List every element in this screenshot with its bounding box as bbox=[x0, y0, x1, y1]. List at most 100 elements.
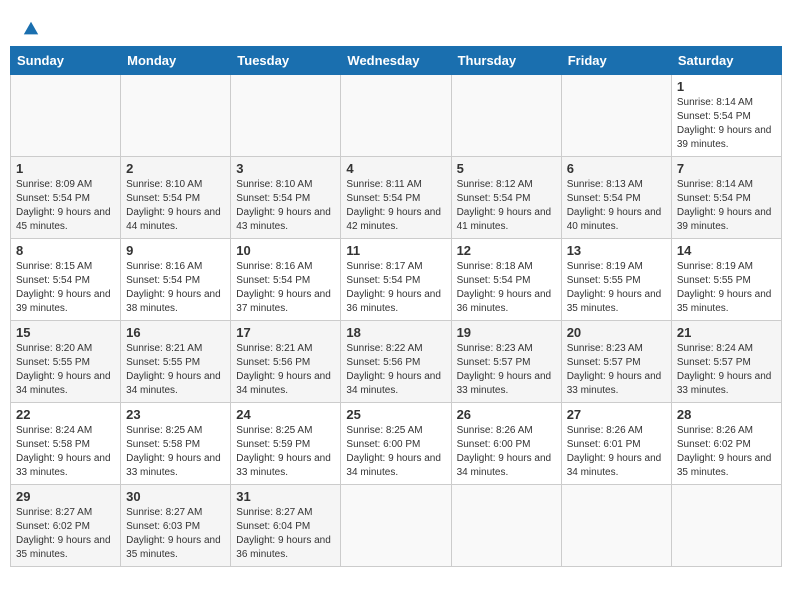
day-info: Sunrise: 8:15 AMSunset: 5:54 PMDaylight:… bbox=[16, 260, 115, 316]
day-number: 1 bbox=[16, 161, 115, 176]
day-info: Sunrise: 8:09 AMSunset: 5:54 PMDaylight:… bbox=[16, 178, 115, 234]
calendar-cell bbox=[451, 485, 561, 567]
calendar-week-row: 29Sunrise: 8:27 AMSunset: 6:02 PMDayligh… bbox=[11, 485, 782, 567]
calendar-cell: 29Sunrise: 8:27 AMSunset: 6:02 PMDayligh… bbox=[11, 485, 121, 567]
day-info: Sunrise: 8:26 AMSunset: 6:01 PMDaylight:… bbox=[567, 424, 666, 480]
day-info: Sunrise: 8:16 AMSunset: 5:54 PMDaylight:… bbox=[236, 260, 335, 316]
weekday-header-tuesday: Tuesday bbox=[231, 47, 341, 75]
day-number: 3 bbox=[236, 161, 335, 176]
calendar-cell: 3 Sunrise: 8:10 AMSunset: 5:54 PMDaylight… bbox=[231, 157, 341, 239]
calendar-cell: 17Sunrise: 8:21 AMSunset: 5:56 PMDayligh… bbox=[231, 321, 341, 403]
day-info: Sunrise: 8:20 AMSunset: 5:55 PMDaylight:… bbox=[16, 342, 115, 398]
day-info: Sunrise: 8:23 AMSunset: 5:57 PMDaylight:… bbox=[567, 342, 666, 398]
day-number: 14 bbox=[677, 243, 776, 258]
day-info: Sunrise: 8:25 AMSunset: 5:58 PMDaylight:… bbox=[126, 424, 225, 480]
day-number: 30 bbox=[126, 489, 225, 504]
day-number: 2 bbox=[126, 161, 225, 176]
weekday-header-friday: Friday bbox=[561, 47, 671, 75]
calendar-cell: 24Sunrise: 8:25 AMSunset: 5:59 PMDayligh… bbox=[231, 403, 341, 485]
calendar-cell: 6 Sunrise: 8:13 AMSunset: 5:54 PMDaylight… bbox=[561, 157, 671, 239]
calendar-cell: 25Sunrise: 8:25 AMSunset: 6:00 PMDayligh… bbox=[341, 403, 451, 485]
day-info: Sunrise: 8:13 AMSunset: 5:54 PMDaylight:… bbox=[567, 178, 666, 234]
weekday-header-saturday: Saturday bbox=[671, 47, 781, 75]
calendar-cell: 1 Sunrise: 8:09 AMSunset: 5:54 PMDaylight… bbox=[11, 157, 121, 239]
weekday-header-monday: Monday bbox=[121, 47, 231, 75]
day-info: Sunrise: 8:10 AMSunset: 5:54 PMDaylight:… bbox=[236, 178, 335, 234]
calendar-cell: 19Sunrise: 8:23 AMSunset: 5:57 PMDayligh… bbox=[451, 321, 561, 403]
calendar-cell: 9Sunrise: 8:16 AMSunset: 5:54 PMDaylight… bbox=[121, 239, 231, 321]
calendar-cell: 20 Sunrise: 8:23 AMSunset: 5:57 PMDayligh… bbox=[561, 321, 671, 403]
calendar-week-row: 15 Sunrise: 8:20 AMSunset: 5:55 PMDayligh… bbox=[11, 321, 782, 403]
day-info: Sunrise: 8:22 AMSunset: 5:56 PMDaylight:… bbox=[346, 342, 445, 398]
day-info: Sunrise: 8:26 AMSunset: 6:02 PMDaylight:… bbox=[677, 424, 776, 480]
day-info: Sunrise: 8:21 AMSunset: 5:55 PMDaylight:… bbox=[126, 342, 225, 398]
calendar-cell: 11Sunrise: 8:17 AMSunset: 5:54 PMDayligh… bbox=[341, 239, 451, 321]
day-info: Sunrise: 8:10 AMSunset: 5:54 PMDaylight:… bbox=[126, 178, 225, 234]
calendar-cell bbox=[11, 75, 121, 157]
day-info: Sunrise: 8:14 AMSunset: 5:54 PMDaylight:… bbox=[677, 178, 776, 234]
calendar-week-row: 1Sunrise: 8:14 AMSunset: 5:54 PMDaylight… bbox=[11, 75, 782, 157]
calendar-cell: 30Sunrise: 8:27 AMSunset: 6:03 PMDayligh… bbox=[121, 485, 231, 567]
day-info: Sunrise: 8:25 AMSunset: 6:00 PMDaylight:… bbox=[346, 424, 445, 480]
day-number: 12 bbox=[457, 243, 556, 258]
page-header bbox=[10, 10, 782, 40]
calendar-cell bbox=[561, 75, 671, 157]
calendar-cell bbox=[341, 485, 451, 567]
logo bbox=[20, 20, 40, 34]
day-info: Sunrise: 8:19 AMSunset: 5:55 PMDaylight:… bbox=[677, 260, 776, 316]
calendar-cell: 31 Sunrise: 8:27 AMSunset: 6:04 PMDayligh… bbox=[231, 485, 341, 567]
calendar-table: SundayMondayTuesdayWednesdayThursdayFrid… bbox=[10, 46, 782, 567]
calendar-week-row: 22 Sunrise: 8:24 AMSunset: 5:58 PMDayligh… bbox=[11, 403, 782, 485]
calendar-cell: 16Sunrise: 8:21 AMSunset: 5:55 PMDayligh… bbox=[121, 321, 231, 403]
day-info: Sunrise: 8:27 AMSunset: 6:04 PMDaylight:… bbox=[236, 506, 335, 562]
day-info: Sunrise: 8:17 AMSunset: 5:54 PMDaylight:… bbox=[346, 260, 445, 316]
calendar-week-row: 8 Sunrise: 8:15 AMSunset: 5:54 PMDaylight… bbox=[11, 239, 782, 321]
day-number: 10 bbox=[236, 243, 335, 258]
day-number: 21 bbox=[677, 325, 776, 340]
calendar-cell bbox=[561, 485, 671, 567]
day-number: 6 bbox=[567, 161, 666, 176]
day-info: Sunrise: 8:26 AMSunset: 6:00 PMDaylight:… bbox=[457, 424, 556, 480]
day-number: 27 bbox=[567, 407, 666, 422]
calendar-cell: 4Sunrise: 8:11 AMSunset: 5:54 PMDaylight… bbox=[341, 157, 451, 239]
calendar-cell: 10 Sunrise: 8:16 AMSunset: 5:54 PMDayligh… bbox=[231, 239, 341, 321]
calendar-cell bbox=[341, 75, 451, 157]
day-number: 31 bbox=[236, 489, 335, 504]
day-info: Sunrise: 8:21 AMSunset: 5:56 PMDaylight:… bbox=[236, 342, 335, 398]
day-number: 20 bbox=[567, 325, 666, 340]
day-number: 22 bbox=[16, 407, 115, 422]
weekday-header-wednesday: Wednesday bbox=[341, 47, 451, 75]
calendar-cell: 12Sunrise: 8:18 AMSunset: 5:54 PMDayligh… bbox=[451, 239, 561, 321]
calendar-cell: 14 Sunrise: 8:19 AMSunset: 5:55 PMDayligh… bbox=[671, 239, 781, 321]
day-info: Sunrise: 8:16 AMSunset: 5:54 PMDaylight:… bbox=[126, 260, 225, 316]
calendar-cell bbox=[451, 75, 561, 157]
calendar-cell: 22 Sunrise: 8:24 AMSunset: 5:58 PMDayligh… bbox=[11, 403, 121, 485]
calendar-cell bbox=[671, 485, 781, 567]
calendar-cell: 1Sunrise: 8:14 AMSunset: 5:54 PMDaylight… bbox=[671, 75, 781, 157]
calendar-cell: 21 Sunrise: 8:24 AMSunset: 5:57 PMDayligh… bbox=[671, 321, 781, 403]
day-info: Sunrise: 8:24 AMSunset: 5:58 PMDaylight:… bbox=[16, 424, 115, 480]
day-info: Sunrise: 8:24 AMSunset: 5:57 PMDaylight:… bbox=[677, 342, 776, 398]
day-number: 18 bbox=[346, 325, 445, 340]
day-number: 28 bbox=[677, 407, 776, 422]
calendar-cell: 15 Sunrise: 8:20 AMSunset: 5:55 PMDayligh… bbox=[11, 321, 121, 403]
day-info: Sunrise: 8:14 AMSunset: 5:54 PMDaylight:… bbox=[677, 96, 776, 152]
day-number: 4 bbox=[346, 161, 445, 176]
calendar-header-row: SundayMondayTuesdayWednesdayThursdayFrid… bbox=[11, 47, 782, 75]
day-info: Sunrise: 8:25 AMSunset: 5:59 PMDaylight:… bbox=[236, 424, 335, 480]
calendar-cell: 28 Sunrise: 8:26 AMSunset: 6:02 PMDayligh… bbox=[671, 403, 781, 485]
day-number: 8 bbox=[16, 243, 115, 258]
calendar-cell: 23 Sunrise: 8:25 AMSunset: 5:58 PMDayligh… bbox=[121, 403, 231, 485]
day-number: 23 bbox=[126, 407, 225, 422]
day-number: 15 bbox=[16, 325, 115, 340]
weekday-header-sunday: Sunday bbox=[11, 47, 121, 75]
calendar-cell bbox=[121, 75, 231, 157]
logo-icon bbox=[22, 20, 40, 38]
calendar-cell bbox=[231, 75, 341, 157]
day-number: 19 bbox=[457, 325, 556, 340]
day-number: 26 bbox=[457, 407, 556, 422]
calendar-cell: 18 Sunrise: 8:22 AMSunset: 5:56 PMDayligh… bbox=[341, 321, 451, 403]
calendar-cell: 7 Sunrise: 8:14 AMSunset: 5:54 PMDaylight… bbox=[671, 157, 781, 239]
day-number: 7 bbox=[677, 161, 776, 176]
day-number: 29 bbox=[16, 489, 115, 504]
